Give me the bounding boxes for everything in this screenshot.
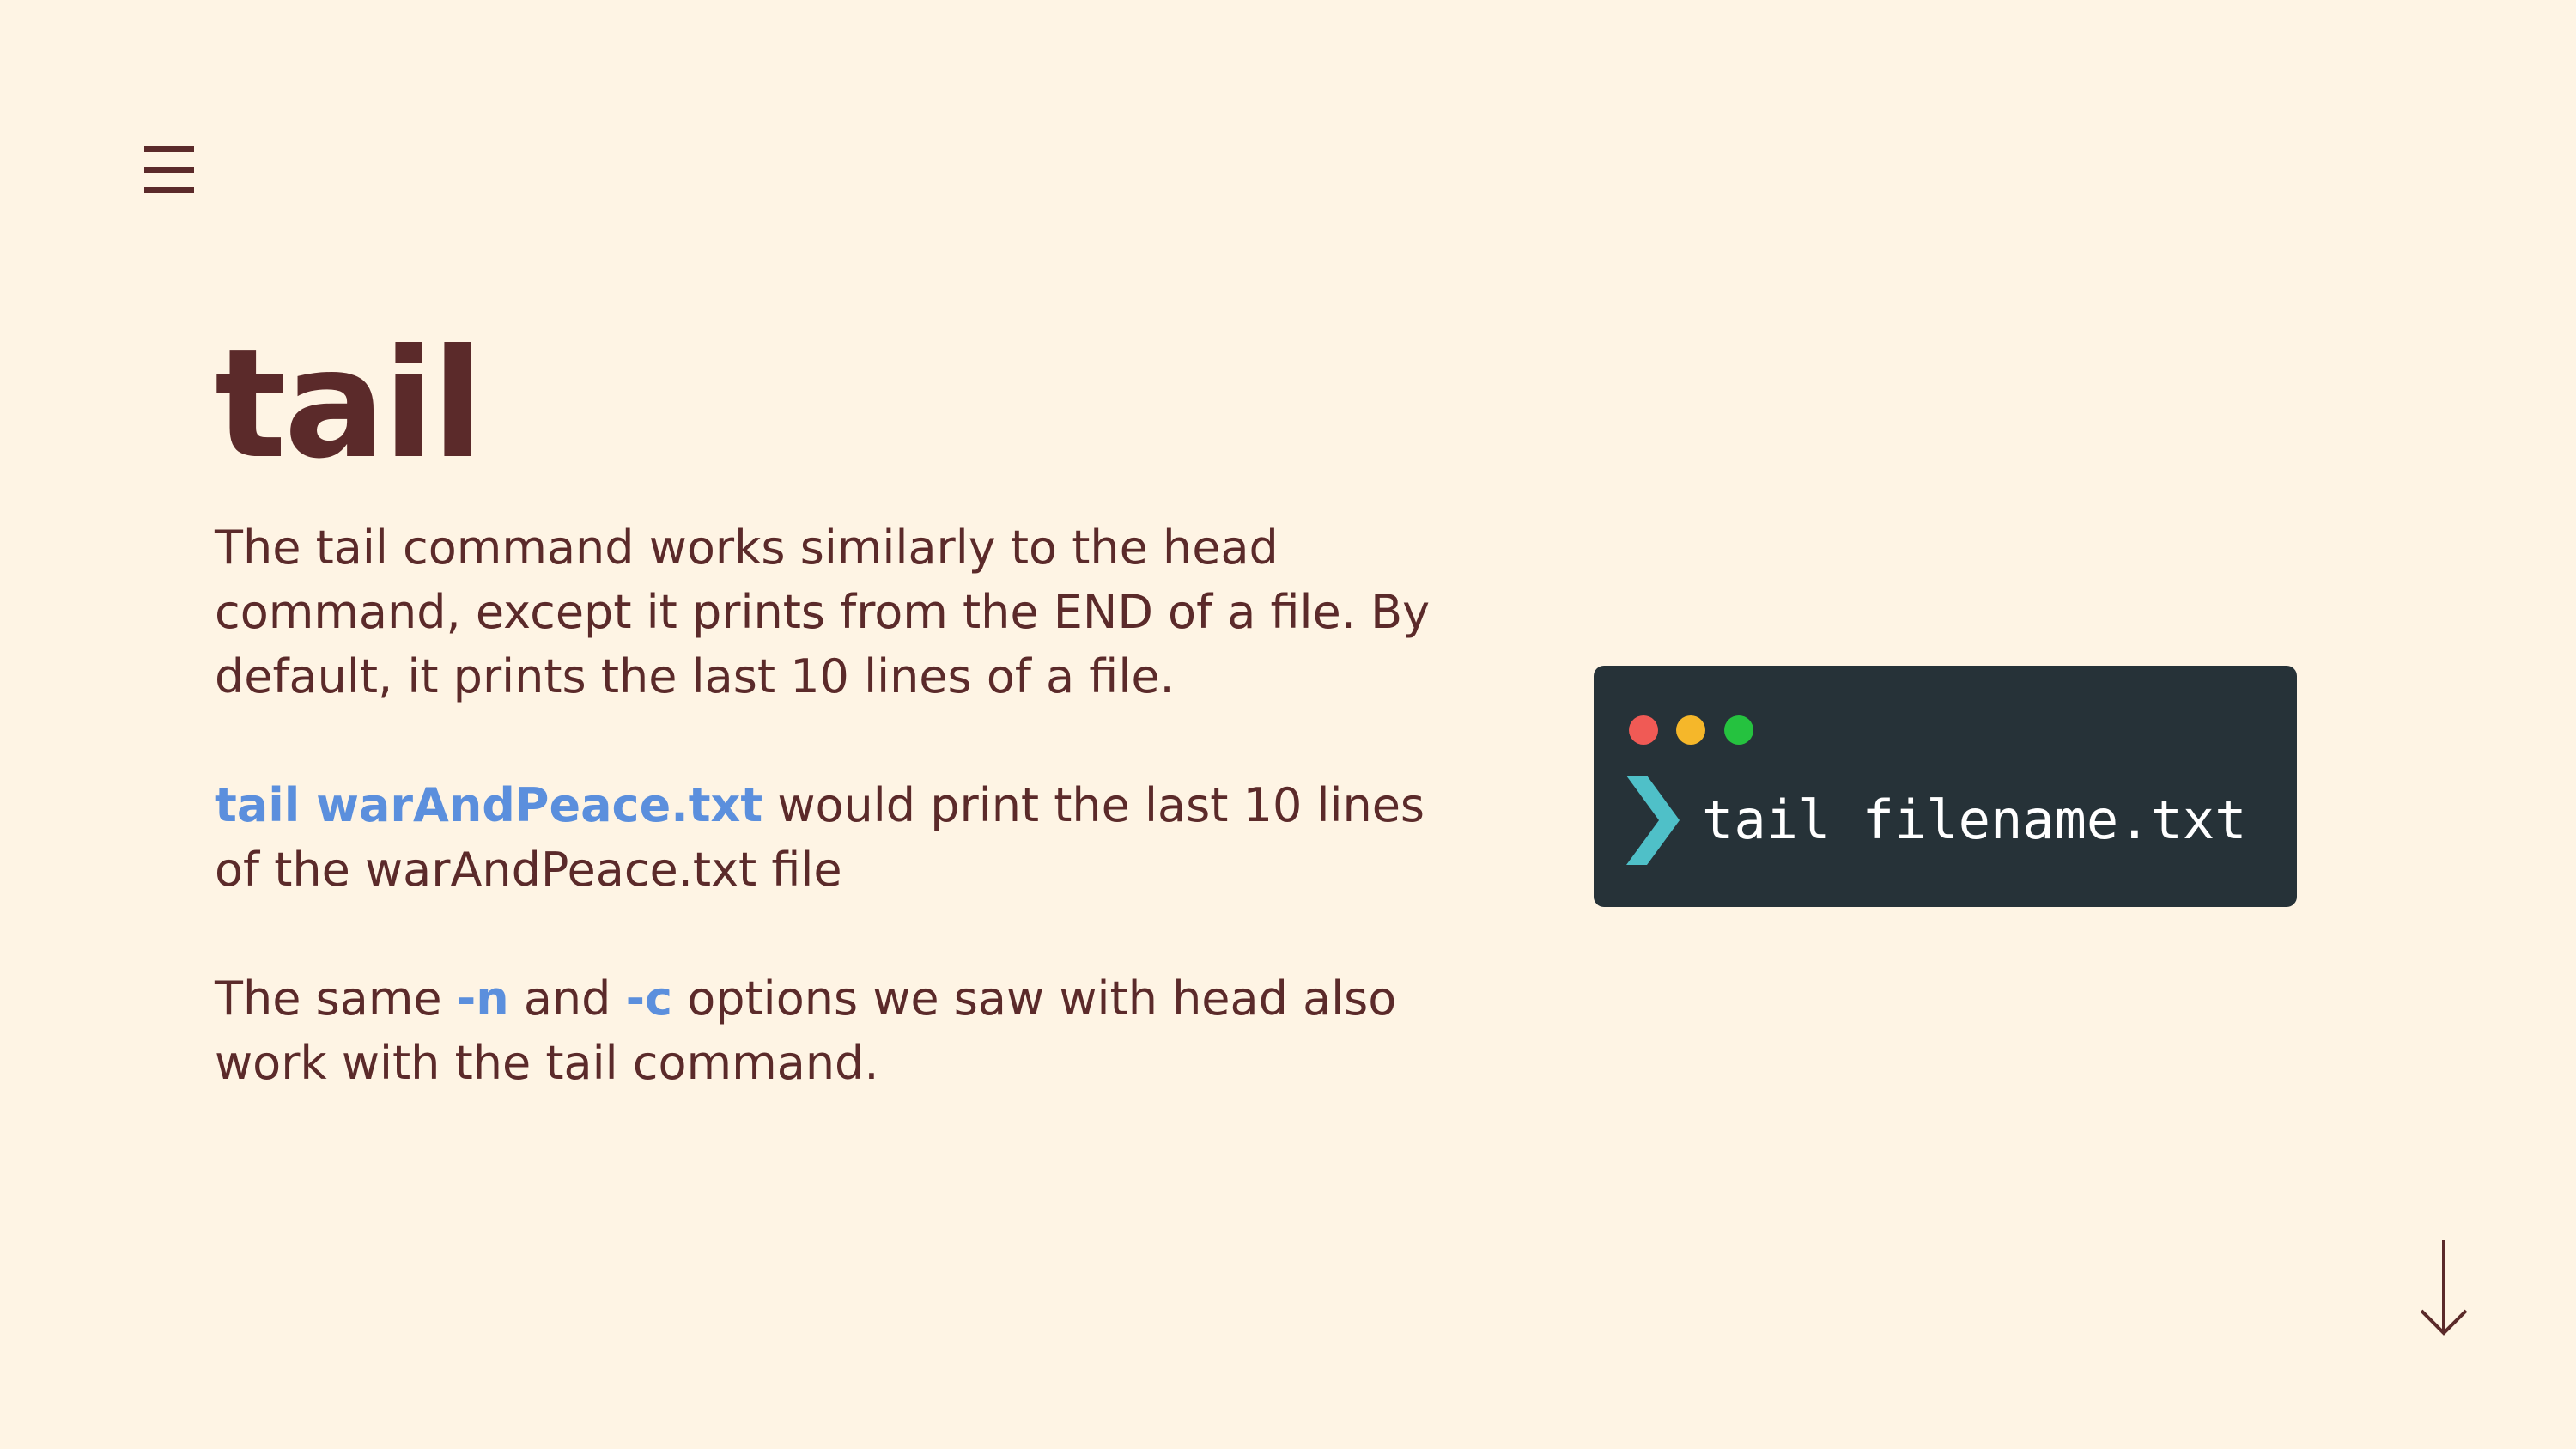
menu-button[interactable] bbox=[143, 143, 197, 198]
options-text-before: The same bbox=[215, 971, 457, 1026]
chevron-right-icon bbox=[1626, 776, 1680, 865]
maximize-dot-icon bbox=[1724, 715, 1753, 745]
arrow-down-icon bbox=[2420, 1240, 2468, 1336]
close-dot-icon bbox=[1629, 715, 1658, 745]
minimize-dot-icon bbox=[1676, 715, 1705, 745]
option-c: -c bbox=[625, 971, 673, 1026]
hamburger-menu-icon bbox=[144, 146, 194, 193]
option-n: -n bbox=[456, 971, 509, 1026]
terminal-command: tail filename.txt bbox=[1702, 788, 2247, 851]
slide-title: tail bbox=[215, 318, 483, 492]
scroll-down-button[interactable] bbox=[2415, 1237, 2473, 1340]
paragraph-options: The same -n and -c options we saw with h… bbox=[215, 966, 1434, 1095]
paragraph-example: tail warAndPeace.txt would print the las… bbox=[215, 773, 1434, 902]
slide-body: The tail command works similarly to the … bbox=[215, 515, 1434, 1160]
paragraph-intro: The tail command works similarly to the … bbox=[215, 521, 1431, 703]
example-command: tail warAndPeace.txt bbox=[215, 778, 763, 832]
options-text-middle: and bbox=[508, 971, 626, 1026]
terminal-window: tail filename.txt bbox=[1594, 666, 2297, 907]
